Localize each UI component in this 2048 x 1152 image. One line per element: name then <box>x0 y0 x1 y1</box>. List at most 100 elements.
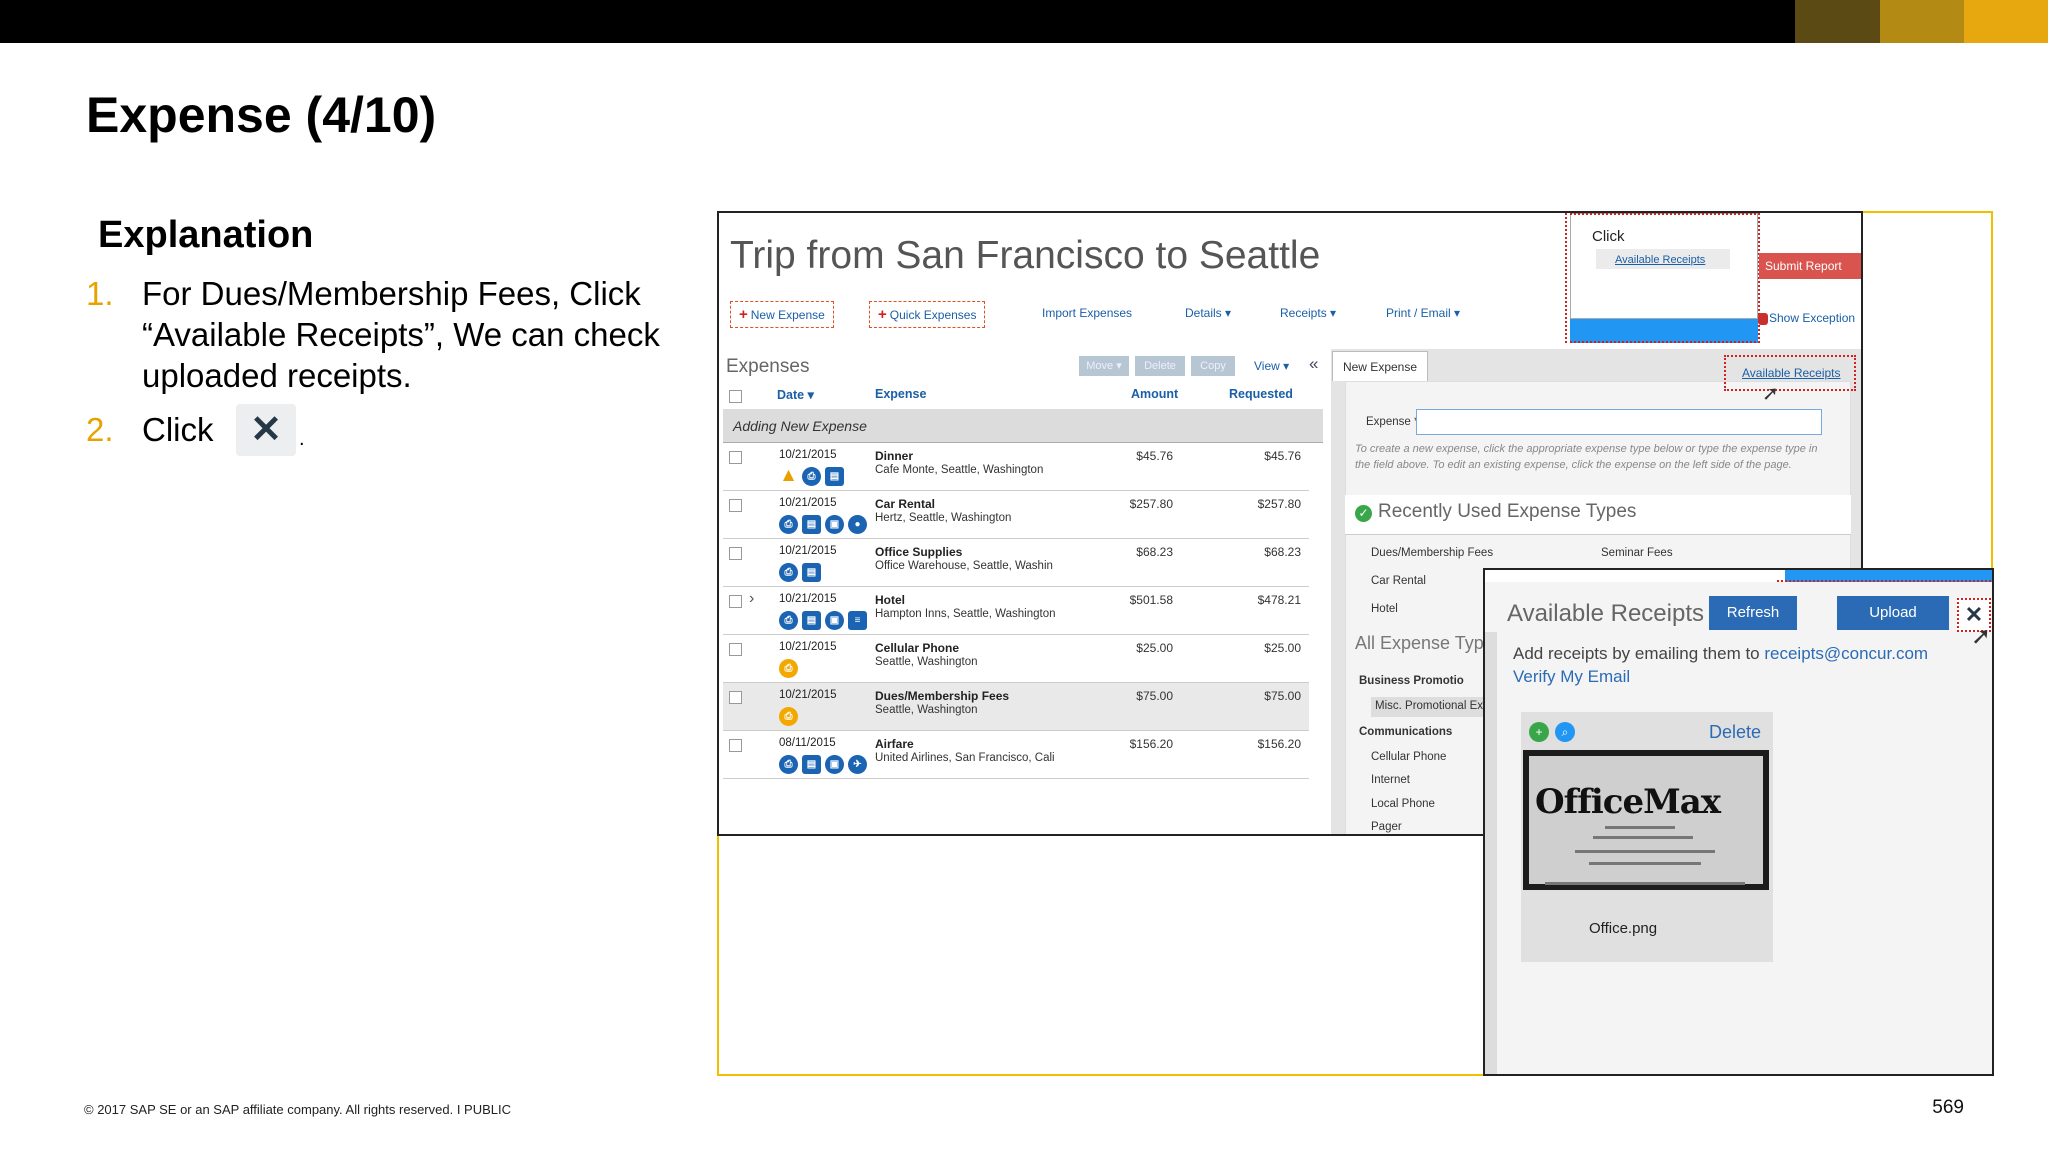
row-date: 10/21/2015 <box>779 497 837 509</box>
row-location: United Airlines, San Francisco, Cali <box>875 752 1055 764</box>
receipt-text-line <box>1589 862 1701 865</box>
table-row[interactable]: 08/11/2015 Airfare United Airlines, San … <box>723 731 1309 779</box>
verify-email-link[interactable]: Verify My Email <box>1513 667 1630 687</box>
tab-new-expense[interactable]: New Expense <box>1332 351 1428 381</box>
row-expense-name: Office Supplies <box>875 545 963 559</box>
upload-button[interactable]: Upload <box>1837 596 1949 630</box>
available-receipts-link[interactable]: Available Receipts <box>1742 366 1841 380</box>
receipt-icon: ⎙ <box>802 467 821 486</box>
footer-copyright: © 2017 SAP SE or an SAP affiliate compan… <box>84 1102 512 1117</box>
row-requested: $25.00 <box>1264 641 1301 655</box>
receipt-icon: ⎙ <box>779 515 798 534</box>
move-button[interactable]: Move ▾ <box>1079 356 1129 376</box>
collapse-icon[interactable]: « <box>1309 354 1318 374</box>
row-date: 10/21/2015 <box>779 641 837 653</box>
row-amount: $75.00 <box>1136 689 1173 703</box>
row-expense-name: Cellular Phone <box>875 641 960 655</box>
delete-button[interactable]: Delete <box>1135 356 1185 376</box>
expense-type-internet[interactable]: Internet <box>1371 774 1410 786</box>
view-menu[interactable]: View ▾ <box>1254 359 1289 373</box>
close-icon: ✕ <box>236 404 296 456</box>
warning-icon: ▲ <box>779 465 798 486</box>
new-expense-button[interactable]: + New Expense <box>730 301 834 328</box>
step-number: 2. <box>86 411 114 448</box>
expense-type-local-phone[interactable]: Local Phone <box>1371 798 1435 810</box>
add-receipts-label: Add receipts by emailing them to <box>1513 644 1765 663</box>
step-text: For Dues/Membership Fees, Click “Availab… <box>142 275 660 394</box>
submit-report-button[interactable]: Submit Report <box>1759 253 1861 279</box>
category-communications[interactable]: Communications <box>1359 726 1452 738</box>
expense-type-input[interactable] <box>1416 409 1822 435</box>
new-expense-hint: To create a new expense, click the appro… <box>1355 443 1818 471</box>
amount-column-header[interactable]: Amount <box>1131 387 1178 401</box>
show-exceptions-link[interactable]: Show Exception <box>1769 311 1855 325</box>
print-email-menu[interactable]: Print / Email ▾ <box>1386 306 1460 320</box>
import-expenses-link[interactable]: Import Expenses <box>1042 306 1132 320</box>
brand-stripe-light <box>1964 0 2048 43</box>
refresh-button[interactable]: Refresh <box>1709 596 1797 630</box>
select-all-checkbox[interactable] <box>729 390 742 403</box>
table-row[interactable]: 10/21/2015 Car Rental Hertz, Seattle, Wa… <box>723 491 1309 539</box>
receipt-icon: ⎙ <box>779 707 798 726</box>
row-requested: $478.21 <box>1257 593 1301 607</box>
callout-available-receipts-link[interactable]: Available Receipts <box>1615 254 1705 266</box>
expense-type-dues[interactable]: Dues/Membership Fees <box>1371 547 1493 559</box>
row-checkbox[interactable] <box>729 499 742 512</box>
available-receipts-title: Available Receipts <box>1507 600 1705 627</box>
all-types-heading: All Expense Typ <box>1355 633 1484 653</box>
row-expense-name: Car Rental <box>875 497 936 511</box>
card-icon: ▤ <box>802 563 821 582</box>
zoom-icon[interactable]: ⌕ <box>1555 722 1575 742</box>
category-business[interactable]: Business Promotio <box>1359 675 1464 687</box>
callout-click-text: Click <box>1592 228 1625 245</box>
step-period: . <box>299 428 305 450</box>
attach-icon[interactable]: + <box>1529 722 1549 742</box>
brand-stripe-mid <box>1880 0 1964 43</box>
scrollbar[interactable] <box>1485 632 1497 1074</box>
expense-type-car-rental[interactable]: Car Rental <box>1371 575 1426 587</box>
expense-column-header[interactable]: Expense <box>875 387 926 401</box>
details-menu[interactable]: Details ▾ <box>1185 306 1231 320</box>
table-row[interactable]: 10/21/2015 Dues/Membership Fees Seattle,… <box>723 683 1309 731</box>
row-amount: $501.58 <box>1129 593 1173 607</box>
exception-icon <box>1758 313 1768 325</box>
row-checkbox[interactable] <box>729 691 742 704</box>
quick-expenses-button[interactable]: + Quick Expenses <box>869 301 986 328</box>
expense-type-pager[interactable]: Pager <box>1371 821 1402 833</box>
expense-type-seminar[interactable]: Seminar Fees <box>1601 547 1673 559</box>
car-icon: ● <box>848 515 867 534</box>
copy-button[interactable]: Copy <box>1191 356 1235 376</box>
step-text: Click <box>142 411 214 448</box>
receipt-text-line <box>1575 850 1715 853</box>
row-checkbox[interactable] <box>729 547 742 560</box>
row-checkbox[interactable] <box>729 739 742 752</box>
check-icon: ✓ <box>1355 505 1372 522</box>
receipt-icon: ⎙ <box>779 659 798 678</box>
expense-type-cellular[interactable]: Cellular Phone <box>1371 751 1446 763</box>
cursor-icon: ➚ <box>1971 623 1992 650</box>
card-icon: ▤ <box>802 755 821 774</box>
row-checkbox[interactable] <box>729 451 742 464</box>
row-checkbox[interactable] <box>729 643 742 656</box>
table-row[interactable]: 10/21/2015 Office Supplies Office Wareho… <box>723 539 1309 587</box>
receipts-email-link[interactable]: receipts@concur.com <box>1764 644 1928 663</box>
table-row[interactable]: › 10/21/2015 Hotel Hampton Inns, Seattle… <box>723 587 1309 635</box>
receipt-icon: ⎙ <box>779 755 798 774</box>
table-row[interactable]: 10/21/2015 Cellular Phone Seattle, Washi… <box>723 635 1309 683</box>
requested-column-header[interactable]: Requested <box>1229 387 1293 401</box>
row-expense-name: Hotel <box>875 593 905 607</box>
row-date: 08/11/2015 <box>779 737 836 749</box>
delete-receipt-link[interactable]: Delete <box>1709 722 1761 743</box>
receipt-text-line <box>1605 826 1675 829</box>
new-expense-label: New Expense <box>750 308 825 322</box>
table-row[interactable]: 10/21/2015 Dinner Cafe Monte, Seattle, W… <box>723 443 1309 491</box>
row-checkbox[interactable] <box>729 595 742 608</box>
receipts-menu[interactable]: Receipts ▾ <box>1280 306 1336 320</box>
chevron-right-icon[interactable]: › <box>749 590 754 608</box>
expense-type-misc[interactable]: Misc. Promotional Ex <box>1375 700 1483 712</box>
available-receipts-screenshot: Available Receipts Refresh Upload ✕ ➚ Ad… <box>1483 568 1994 1076</box>
expense-type-hotel[interactable]: Hotel <box>1371 603 1398 615</box>
cursor-icon: ➚ <box>1762 383 1779 405</box>
row-amount: $45.76 <box>1136 449 1173 463</box>
date-column-header[interactable]: Date ▾ <box>777 387 814 402</box>
